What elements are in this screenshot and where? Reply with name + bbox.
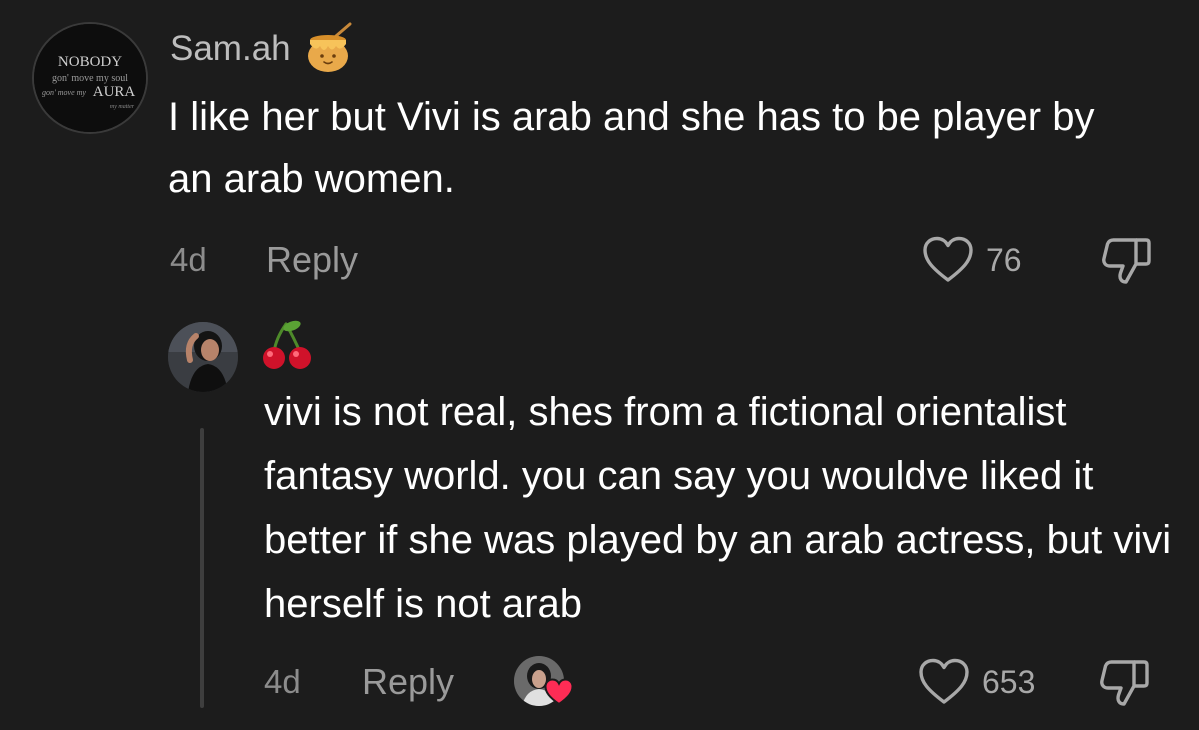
heart-outline-icon[interactable] xyxy=(922,236,974,284)
avatar-text-nobody: NOBODY xyxy=(58,54,122,70)
avatar-text-aura: AURA xyxy=(93,84,136,100)
avatar-text-matter: my matter xyxy=(110,104,135,110)
thumbs-down-icon[interactable] xyxy=(1096,656,1152,708)
like-count: 76 xyxy=(986,242,1022,278)
thread-line xyxy=(200,428,204,708)
commenter-avatar[interactable]: NOBODY gon' move my soul gon' move my AU… xyxy=(32,22,148,134)
comment-text: I like her but Vivi is arab and she has … xyxy=(168,95,1095,201)
avatar-text-soul: gon' move my soul xyxy=(52,73,128,84)
reply-timestamp: 4d xyxy=(264,663,301,700)
reply-button[interactable]: Reply xyxy=(266,238,358,282)
heart-outline-icon[interactable] xyxy=(918,658,970,706)
creator-liked-heart-icon xyxy=(544,678,574,706)
reply-to-reply-button[interactable]: Reply xyxy=(362,660,454,704)
reply-like-count: 653 xyxy=(982,664,1036,700)
honey-pot-icon xyxy=(306,22,354,74)
cherries-icon xyxy=(262,318,314,372)
comment-timestamp: 4d xyxy=(170,241,207,278)
avatar-text-gonmove: gon' move my xyxy=(42,88,86,97)
reply-avatar[interactable] xyxy=(168,322,238,392)
reply-text: vivi is not real, shes from a fictional … xyxy=(264,390,1172,626)
commenter-username[interactable]: Sam.ah xyxy=(170,27,291,71)
thumbs-down-icon[interactable] xyxy=(1098,234,1154,286)
